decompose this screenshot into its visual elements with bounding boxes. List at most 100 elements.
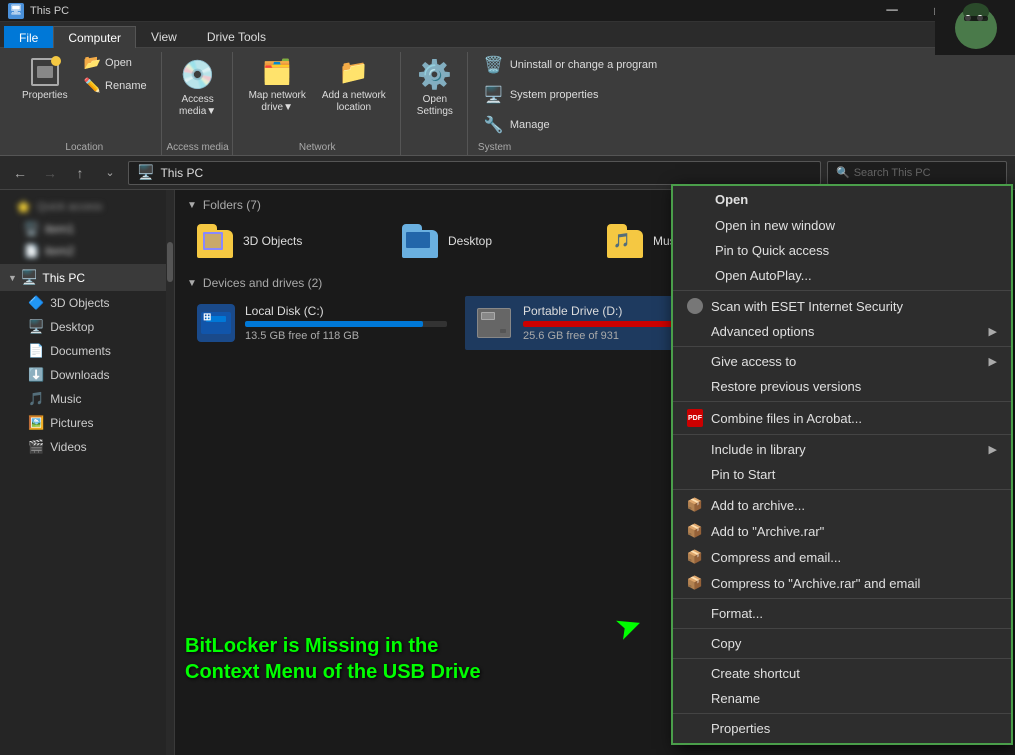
cm-item-compress-rar-email[interactable]: 📦 Compress to "Archive.rar" and email xyxy=(673,570,1011,596)
tab-computer[interactable]: Computer xyxy=(53,26,136,48)
device-local-disk[interactable]: ⊞ Local Disk (C:) 13.5 GB free of 118 GB xyxy=(187,296,457,350)
sidebar: ⭐ Quick access 🖥️ item1 📄 item2 ▼ 🖥️ Thi… xyxy=(0,190,175,755)
sidebar-item-music[interactable]: 🎵 Music xyxy=(0,387,174,411)
tab-view[interactable]: View xyxy=(136,25,192,47)
cm-add-rar-label: Add to "Archive.rar" xyxy=(711,524,824,539)
forward-button[interactable]: → xyxy=(38,161,62,185)
cm-separator-6 xyxy=(673,598,1011,599)
cm-item-restore[interactable]: Restore previous versions xyxy=(673,374,1011,399)
cm-item-give-access[interactable]: Give access to ▶ xyxy=(673,349,1011,374)
cm-item-create-shortcut[interactable]: Create shortcut xyxy=(673,661,1011,686)
cm-item-format[interactable]: Format... xyxy=(673,601,1011,626)
cm-pin-start-label: Pin to Start xyxy=(711,467,775,482)
documents-icon: 📄 xyxy=(28,343,44,359)
cm-separator-1 xyxy=(673,290,1011,291)
cm-restore-label: Restore previous versions xyxy=(711,379,861,394)
local-disk-name: Local Disk (C:) xyxy=(245,304,447,318)
desktop-icon: 🖥️ xyxy=(28,319,44,335)
cm-separator-7 xyxy=(673,628,1011,629)
sidebar-item-desktop[interactable]: 🖥️ Desktop xyxy=(0,315,174,339)
cm-item-rename[interactable]: Rename xyxy=(673,686,1011,711)
ribbon-group-network: 🗂️ Map networkdrive▼ 📁 Add a networkloca… xyxy=(235,52,401,155)
cm-eset-label: Scan with ESET Internet Security xyxy=(711,299,903,314)
ribbon-group-system: 🗑️ Uninstall or change a program 🖥️ Syst… xyxy=(470,52,671,155)
sidebar-item-pictures[interactable]: 🖼️ Pictures xyxy=(0,411,174,435)
ribbon: Properties 📂 Open ✏️ Rename Location 💿 A… xyxy=(0,48,1015,156)
ribbon-sys-props-button[interactable]: 🖥️ System properties xyxy=(478,82,663,108)
ribbon-uninstall-button[interactable]: 🗑️ Uninstall or change a program xyxy=(478,52,663,78)
cm-item-acrobat[interactable]: PDF Combine files in Acrobat... xyxy=(673,404,1011,432)
ribbon-map-network-button[interactable]: 🗂️ Map networkdrive▼ xyxy=(243,52,312,118)
pictures-icon: 🖼️ xyxy=(28,415,44,431)
ribbon-group-open-settings: ⚙️ OpenSettings xyxy=(403,52,468,155)
sidebar-item-this-pc[interactable]: ▼ 🖥️ This PC xyxy=(0,264,174,291)
ribbon-open-settings-button[interactable]: ⚙️ OpenSettings xyxy=(411,52,459,137)
3d-objects-label: 3D Objects xyxy=(50,296,109,310)
portable-drive-icon xyxy=(475,304,513,342)
cm-open-autoplay-label: Open AutoPlay... xyxy=(715,268,812,283)
ribbon-access-media-button[interactable]: 💿 Accessmedia▼ xyxy=(172,52,224,137)
videos-label: Videos xyxy=(50,440,86,454)
tab-drive-tools[interactable]: Drive Tools xyxy=(192,25,281,47)
address-bar[interactable]: 🖥️ This PC xyxy=(128,161,821,185)
cm-rename-label: Rename xyxy=(711,691,760,706)
cm-item-open[interactable]: Open xyxy=(673,186,1011,213)
downloads-label: Downloads xyxy=(50,368,109,382)
expand-arrow: ▼ xyxy=(8,273,17,283)
cm-create-shortcut-label: Create shortcut xyxy=(711,666,800,681)
ribbon-rename-button[interactable]: ✏️ Rename xyxy=(78,75,153,96)
back-button[interactable]: ← xyxy=(8,161,32,185)
folder-desktop[interactable]: Desktop xyxy=(392,218,593,264)
videos-icon: 🎬 xyxy=(28,439,44,455)
ribbon-access-media-label: Accessmedia▼ xyxy=(179,94,216,118)
ribbon-group-access-media: 💿 Accessmedia▼ Access media xyxy=(164,52,233,155)
cm-separator-5 xyxy=(673,489,1011,490)
cm-format-label: Format... xyxy=(711,606,763,621)
cm-item-advanced[interactable]: Advanced options ▶ xyxy=(673,319,1011,344)
ribbon-group-network-label: Network xyxy=(299,142,336,153)
cm-item-add-rar[interactable]: 📦 Add to "Archive.rar" xyxy=(673,518,1011,544)
cm-item-pin-quick[interactable]: Pin to Quick access xyxy=(673,238,1011,263)
cm-item-add-archive[interactable]: 📦 Add to archive... xyxy=(673,492,1011,518)
cm-item-copy[interactable]: Copy xyxy=(673,631,1011,656)
cm-item-pin-start[interactable]: Pin to Start xyxy=(673,462,1011,487)
cm-item-properties[interactable]: Properties xyxy=(673,716,1011,743)
cm-include-library-arrow: ▶ xyxy=(989,443,997,456)
cm-item-compress-email[interactable]: 📦 Compress and email... xyxy=(673,544,1011,570)
cm-separator-8 xyxy=(673,658,1011,659)
3d-objects-icon: 🔷 xyxy=(28,295,44,311)
local-disk-icon: ⊞ xyxy=(197,304,235,342)
cm-item-open-autoplay[interactable]: Open AutoPlay... xyxy=(673,263,1011,288)
folder-3d-objects[interactable]: 3D Objects xyxy=(187,218,388,264)
ribbon-group-access-media-label: Access media xyxy=(166,142,228,153)
ribbon-group-system-label: System xyxy=(478,142,511,153)
up-button[interactable]: ↑ xyxy=(68,161,92,185)
sidebar-item-3d-objects[interactable]: 🔷 3D Objects xyxy=(0,291,174,315)
ribbon-group-location-label: Location xyxy=(65,142,103,153)
search-bar[interactable]: 🔍 Search This PC xyxy=(827,161,1007,185)
minimize-button[interactable]: ─ xyxy=(869,0,915,22)
cm-separator-9 xyxy=(673,713,1011,714)
cm-advanced-label: Advanced options xyxy=(711,324,981,339)
recent-button[interactable]: ⌄ xyxy=(98,161,122,185)
sidebar-item-downloads[interactable]: ⬇️ Downloads xyxy=(0,363,174,387)
cm-separator-4 xyxy=(673,434,1011,435)
cm-compress-rar-email-label: Compress to "Archive.rar" and email xyxy=(711,576,920,591)
ribbon-sys-props-label: System properties xyxy=(510,89,599,101)
pictures-label: Pictures xyxy=(50,416,93,430)
ribbon-properties-button[interactable]: Properties xyxy=(16,52,74,105)
cm-add-archive-label: Add to archive... xyxy=(711,498,805,513)
ribbon-group-location: Properties 📂 Open ✏️ Rename Location xyxy=(8,52,162,155)
ribbon-open-button[interactable]: 📂 Open xyxy=(78,52,153,73)
tab-file[interactable]: File xyxy=(4,26,53,48)
sidebar-item-documents[interactable]: 📄 Documents xyxy=(0,339,174,363)
ribbon-add-network-button[interactable]: 📁 Add a networklocation xyxy=(316,52,392,118)
cm-item-include-library[interactable]: Include in library ▶ xyxy=(673,437,1011,462)
window-icon: 🖥 xyxy=(8,3,24,19)
sidebar-item-videos[interactable]: 🎬 Videos xyxy=(0,435,174,459)
ribbon-manage-button[interactable]: 🔧 Manage xyxy=(478,112,663,138)
cm-item-eset[interactable]: Scan with ESET Internet Security xyxy=(673,293,1011,319)
context-menu: Open Open in new window Pin to Quick acc… xyxy=(671,184,1013,745)
cm-item-open-new-window[interactable]: Open in new window xyxy=(673,213,1011,238)
cm-compress-email-label: Compress and email... xyxy=(711,550,841,565)
